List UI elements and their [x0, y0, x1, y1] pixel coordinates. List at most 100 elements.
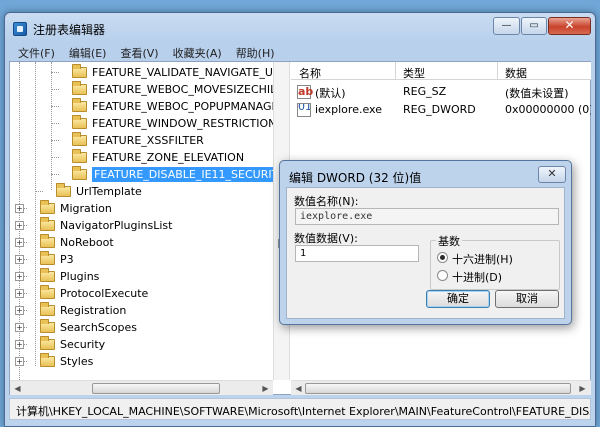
tree-item[interactable]: FEATURE_WINDOW_RESTRICTIONS: [72, 115, 273, 132]
column-header-data[interactable]: 数据: [505, 65, 527, 81]
minimize-button[interactable]: —: [493, 17, 520, 35]
folder-icon: [72, 149, 87, 163]
scroll-left-arrow-icon[interactable]: ◀: [12, 383, 23, 394]
dialog-close-button[interactable]: ✕: [538, 166, 566, 183]
key-tree: FEATURE_VALIDATE_NAVIGATE_URL FEATURE_WEB…: [10, 62, 273, 380]
folder-icon: [56, 183, 71, 197]
tree-item-label: FEATURE_WINDOW_RESTRICTIONS: [92, 117, 273, 130]
base-group: 基数 十六进制(H) 十进制(D): [430, 233, 560, 290]
value-type: REG_DWORD: [403, 103, 476, 116]
tree-item[interactable]: Plugins: [40, 268, 99, 285]
expand-icon[interactable]: +: [15, 340, 24, 349]
column-separator[interactable]: [395, 62, 396, 80]
scroll-right-arrow-icon[interactable]: ▶: [577, 383, 588, 394]
column-separator[interactable]: [497, 62, 498, 80]
folder-icon: [40, 234, 55, 248]
tree-item[interactable]: FEATURE_VALIDATE_NAVIGATE_URL: [72, 64, 273, 81]
tree-item[interactable]: SearchScopes: [40, 319, 137, 336]
column-header-type[interactable]: 类型: [403, 65, 425, 81]
close-button[interactable]: ✕: [548, 17, 591, 35]
value-name-field[interactable]: iexplore.exe: [295, 208, 559, 225]
list-row[interactable]: ab (默认) REG_SZ (数值未设置): [291, 82, 591, 100]
value-name-label: 数值名称(N):: [294, 195, 359, 208]
decimal-radio[interactable]: [437, 270, 448, 281]
value-data-input[interactable]: 1: [295, 245, 419, 262]
dialog-title: 编辑 DWORD (32 位)值: [289, 171, 422, 185]
tree-item-label: Plugins: [60, 270, 100, 283]
folder-icon: [72, 132, 87, 146]
tree-item-label: FEATURE_DISABLE_IE11_SECURITY_EC: [92, 167, 273, 182]
expand-icon[interactable]: +: [15, 306, 24, 315]
list-scroll-thumb[interactable]: [305, 383, 571, 394]
expand-icon[interactable]: +: [15, 289, 24, 298]
tree-item-label: Migration: [60, 202, 112, 215]
expand-icon[interactable]: +: [15, 204, 24, 213]
tree-item[interactable]: NoReboot: [40, 234, 114, 251]
tree-scroll-thumb[interactable]: [92, 383, 220, 394]
expand-icon[interactable]: +: [15, 255, 24, 264]
tree-item[interactable]: FEATURE_XSSFILTER: [72, 132, 204, 149]
menu-edit[interactable]: 编辑(E): [62, 43, 114, 61]
tree-guide-line: [51, 89, 59, 90]
tree-guide-line: [51, 123, 59, 124]
folder-icon: [72, 98, 87, 112]
folder-icon: [40, 268, 55, 282]
tree-item-label: FEATURE_WEBOC_MOVESIZECHILD: [92, 83, 273, 96]
tree-item[interactable]: ProtocolExecute: [40, 285, 148, 302]
expand-icon[interactable]: +: [15, 221, 24, 230]
tree-item[interactable]: Registration: [40, 302, 126, 319]
list-horizontal-scrollbar[interactable]: ◀ ▶: [291, 380, 591, 395]
expand-icon[interactable]: +: [15, 357, 24, 366]
list-row[interactable]: 011 110 iexplore.exe REG_DWORD 0x0000000…: [291, 100, 591, 118]
tree-item-label: ProtocolExecute: [60, 287, 149, 300]
value-type: REG_SZ: [403, 85, 447, 98]
tree-item[interactable]: FEATURE_DISABLE_IE11_SECURITY_EC: [72, 166, 273, 183]
hex-radio-label[interactable]: 十六进制(H): [452, 251, 513, 267]
tree-item[interactable]: UrlTemplate: [56, 183, 142, 200]
menu-favorites[interactable]: 收藏夹(A): [166, 43, 229, 61]
folder-icon: [72, 81, 87, 95]
edit-dword-dialog: 编辑 DWORD (32 位)值 ✕ 数值名称(N): iexplore.exe…: [279, 160, 572, 325]
tree-item-label: FEATURE_WEBOC_POPUPMANAGEMENT: [92, 100, 273, 113]
tree-item[interactable]: FEATURE_WEBOC_POPUPMANAGEMENT: [72, 98, 273, 115]
tree-guide-line: [35, 62, 36, 366]
cancel-button[interactable]: 取消: [495, 290, 559, 308]
tree-item[interactable]: FEATURE_WEBOC_MOVESIZECHILD: [72, 81, 273, 98]
expand-icon[interactable]: +: [15, 323, 24, 332]
expand-icon[interactable]: +: [15, 272, 24, 281]
status-bar-path: 计算机\HKEY_LOCAL_MACHINE\SOFTWARE\Microsof…: [9, 398, 591, 420]
tree-item[interactable]: FEATURE_ZONE_ELEVATION: [72, 149, 244, 166]
folder-icon: [40, 336, 55, 350]
hex-radio[interactable]: [437, 252, 448, 263]
tree-guide-line: [35, 191, 43, 192]
tree-guide-line: [51, 62, 52, 190]
folder-icon: [40, 200, 55, 214]
menu-help[interactable]: 帮助(H): [229, 43, 282, 61]
column-header-name[interactable]: 名称: [299, 65, 321, 81]
tree-horizontal-scrollbar[interactable]: ◀ ▶: [10, 380, 273, 395]
decimal-radio-label[interactable]: 十进制(D): [452, 269, 502, 285]
tree-item[interactable]: P3: [40, 251, 74, 268]
menu-bar: 文件(F) 编辑(E) 查看(V) 收藏夹(A) 帮助(H): [11, 43, 282, 61]
title-bar[interactable]: 注册表编辑器 — ▭ ✕: [5, 13, 595, 43]
folder-icon: [40, 353, 55, 367]
folder-icon: [72, 166, 87, 180]
menu-view[interactable]: 查看(V): [113, 43, 165, 61]
tree-item[interactable]: NavigatorPluginsList: [40, 217, 172, 234]
expand-icon[interactable]: +: [15, 238, 24, 247]
tree-item[interactable]: Security: [40, 336, 105, 353]
tree-guide-line: [51, 157, 59, 158]
tree-guide-line: [51, 174, 59, 175]
maximize-button[interactable]: ▭: [521, 17, 547, 35]
folder-icon: [72, 115, 87, 129]
menu-file[interactable]: 文件(F): [11, 43, 62, 61]
value-name: iexplore.exe: [315, 103, 382, 116]
scroll-left-arrow-icon[interactable]: ◀: [293, 383, 304, 394]
ok-button[interactable]: 确定: [426, 290, 490, 308]
tree-item[interactable]: Styles: [40, 353, 93, 370]
folder-icon: [40, 285, 55, 299]
scroll-right-arrow-icon[interactable]: ▶: [260, 383, 271, 394]
tree-item[interactable]: Migration: [40, 200, 112, 217]
dialog-body: 数值名称(N): iexplore.exe 数值数据(V): 1 基数 十六进制…: [286, 187, 565, 319]
window-title: 注册表编辑器: [33, 23, 106, 37]
